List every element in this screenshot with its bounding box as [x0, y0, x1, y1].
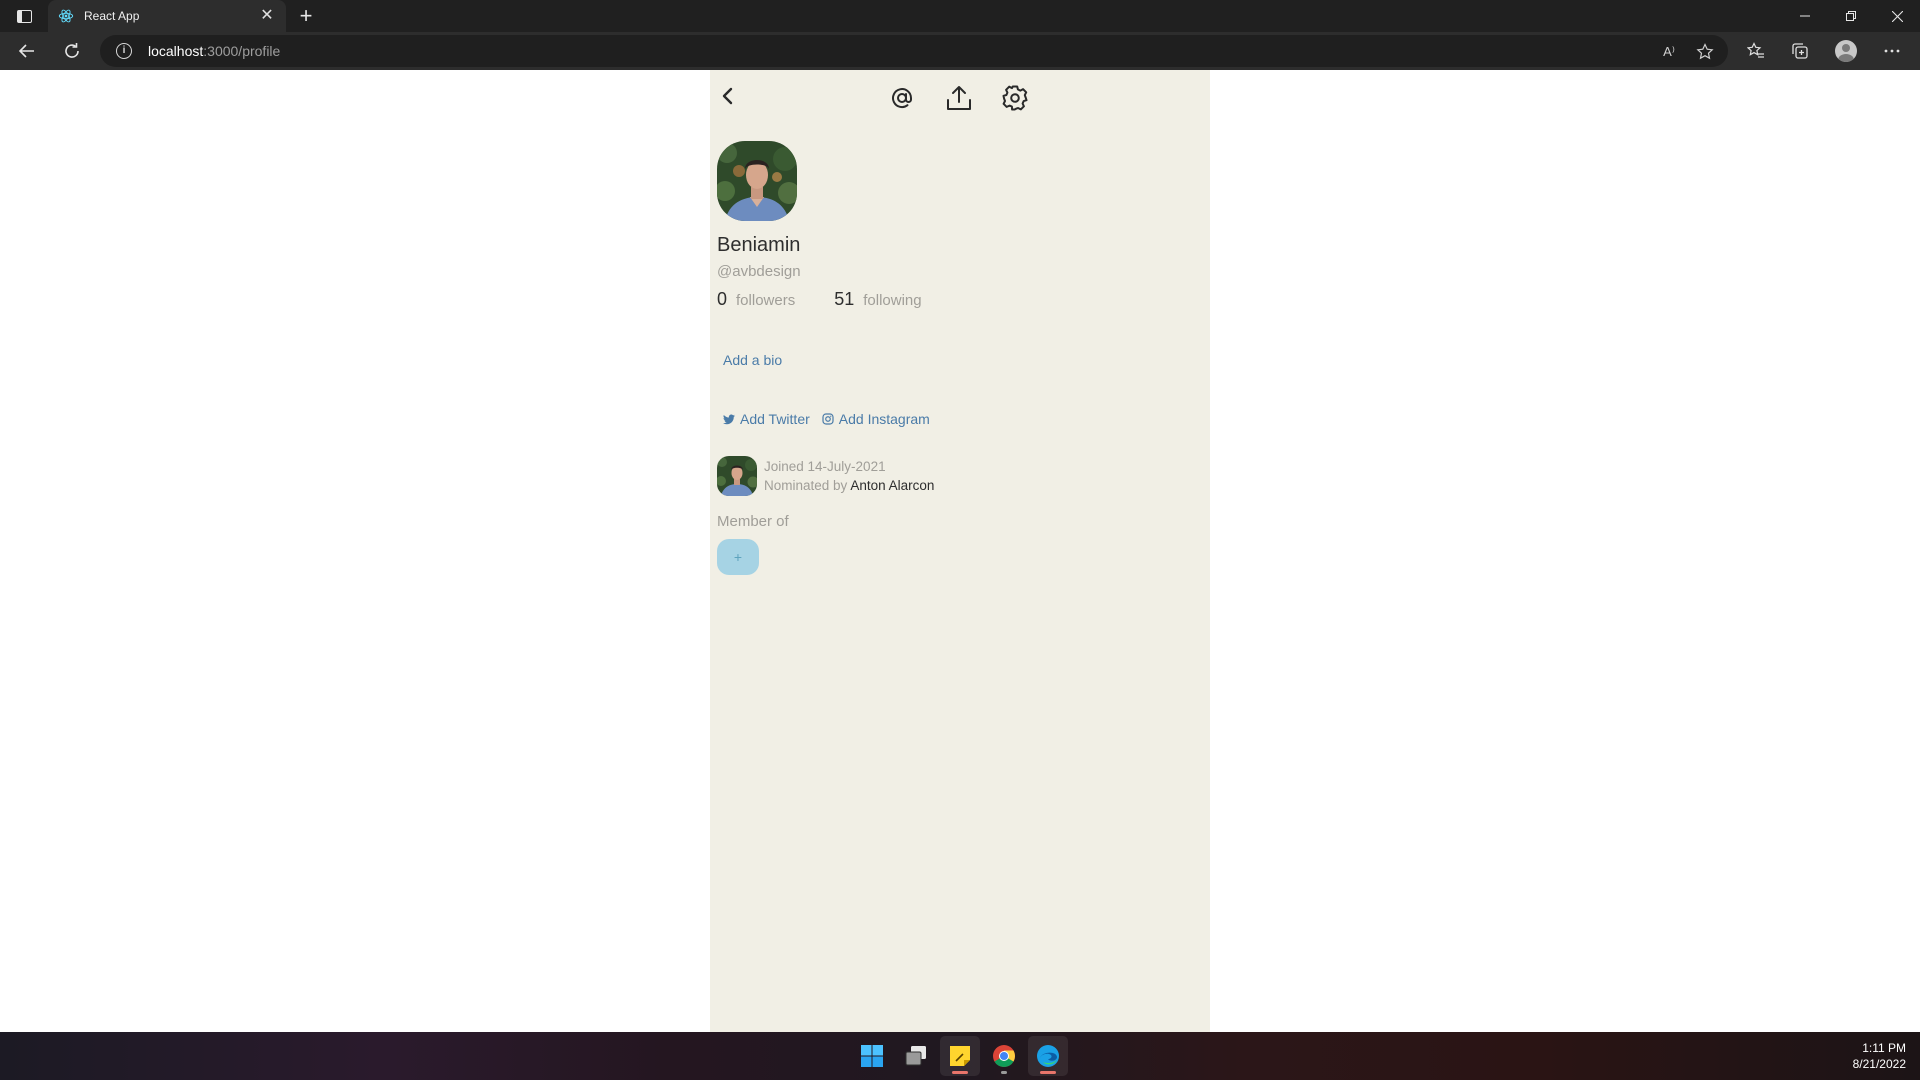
nominated-prefix: Nominated by: [764, 478, 848, 493]
more-icon: [1884, 49, 1900, 53]
share-upload-icon: [947, 86, 971, 110]
new-tab-button[interactable]: +: [294, 4, 318, 28]
member-of-heading: Member of: [717, 513, 789, 530]
read-aloud-icon[interactable]: A⁾: [1660, 43, 1678, 61]
instagram-icon: [822, 413, 834, 425]
settings-more-button[interactable]: [1878, 37, 1906, 65]
window-controls: [1782, 0, 1920, 32]
follow-stats: 0 followers 51 following: [717, 289, 922, 310]
minimize-icon: [1800, 15, 1810, 17]
edge-app[interactable]: [1028, 1036, 1068, 1076]
page-viewport: Beniamin @avbdesign 0 followers 51 follo…: [0, 70, 1920, 1032]
add-instagram-label: Add Instagram: [838, 411, 930, 427]
browser-toolbar: i localhost:3000/profile A⁾: [0, 32, 1920, 70]
nominated-line: Nominated by Anton Alarcon: [764, 476, 934, 495]
url-text: localhost:3000/profile: [148, 43, 280, 59]
task-view-icon: [905, 1046, 926, 1066]
add-twitter-label: Add Twitter: [740, 411, 810, 427]
windows-logo-icon: [861, 1045, 883, 1067]
browser-tab[interactable]: React App ✕: [48, 0, 286, 32]
browser-titlebar: React App ✕ +: [0, 0, 1920, 32]
profile-page: Beniamin @avbdesign 0 followers 51 follo…: [710, 70, 1210, 1032]
windows-taskbar: 1:11 PM 8/21/2022: [0, 1032, 1920, 1080]
refresh-button[interactable]: [58, 37, 86, 65]
joined-text: Joined 14-July-2021 Nominated by Anton A…: [764, 456, 934, 496]
clock-time: 1:11 PM: [1862, 1041, 1906, 1055]
url-host: localhost: [148, 43, 204, 59]
at-sign-icon: [892, 88, 912, 109]
joined-info: Joined 14-July-2021 Nominated by Anton A…: [717, 456, 934, 496]
add-instagram-link[interactable]: Add Instagram: [822, 411, 930, 427]
add-favorite-icon[interactable]: [1696, 43, 1714, 61]
followers-label[interactable]: followers: [736, 292, 795, 309]
add-twitter-link[interactable]: Add Twitter: [723, 411, 810, 427]
sticky-notes-icon: [950, 1046, 970, 1066]
url-path: :3000/profile: [203, 43, 281, 59]
chevron-left-icon: [722, 87, 733, 105]
arrow-left-icon: [18, 44, 34, 58]
back-link-button[interactable]: [716, 84, 740, 108]
task-view-button[interactable]: [896, 1036, 936, 1076]
address-bar[interactable]: i localhost:3000/profile A⁾: [100, 35, 1728, 67]
following-label[interactable]: following: [863, 292, 921, 309]
start-button[interactable]: [852, 1036, 892, 1076]
add-group-button[interactable]: +: [717, 539, 759, 575]
tab-close-icon[interactable]: ✕: [258, 7, 276, 25]
twitter-icon: [723, 414, 735, 424]
back-button[interactable]: [13, 37, 41, 65]
tab-title: React App: [84, 9, 140, 23]
profile-header: [710, 70, 1210, 130]
share-button[interactable]: [945, 84, 973, 112]
profile-button[interactable]: [1832, 37, 1860, 65]
nominator-name[interactable]: Anton Alarcon: [850, 478, 934, 493]
favorites-button[interactable]: [1742, 37, 1770, 65]
refresh-icon: [65, 43, 79, 58]
nominator-avatar[interactable]: [717, 456, 757, 496]
site-info-icon[interactable]: i: [116, 43, 132, 59]
add-bio-link[interactable]: Add a bio: [723, 352, 782, 368]
social-links: Add Twitter Add Instagram: [723, 411, 942, 427]
tab-actions-icon: [16, 9, 32, 23]
collections-icon: [1792, 43, 1808, 59]
restore-icon: [1846, 11, 1856, 21]
user-avatar-icon: [1835, 40, 1857, 62]
chrome-icon: [993, 1045, 1015, 1067]
react-icon: [58, 9, 74, 23]
close-icon: [1891, 10, 1903, 22]
favorites-icon: [1747, 42, 1764, 58]
profile-handle: @avbdesign: [717, 263, 801, 280]
clock-date: 8/21/2022: [1852, 1057, 1906, 1071]
close-window-button[interactable]: [1874, 0, 1920, 32]
restore-button[interactable]: [1828, 0, 1874, 32]
chrome-app[interactable]: [984, 1036, 1024, 1076]
minimize-button[interactable]: [1782, 0, 1828, 32]
followers-count[interactable]: 0: [717, 289, 727, 310]
system-clock[interactable]: 1:11 PM 8/21/2022: [1853, 1040, 1906, 1072]
profile-avatar: [717, 141, 797, 221]
edge-icon: [1037, 1045, 1059, 1067]
following-count[interactable]: 51: [834, 289, 854, 310]
mention-button[interactable]: [888, 84, 916, 112]
tab-actions-button[interactable]: [10, 6, 38, 26]
gear-icon: [1002, 85, 1028, 111]
joined-date: Joined 14-July-2021: [764, 459, 886, 474]
sticky-notes-app[interactable]: [940, 1036, 980, 1076]
collections-button[interactable]: [1786, 37, 1814, 65]
profile-name: Beniamin: [717, 234, 801, 256]
settings-button[interactable]: [1001, 84, 1029, 112]
